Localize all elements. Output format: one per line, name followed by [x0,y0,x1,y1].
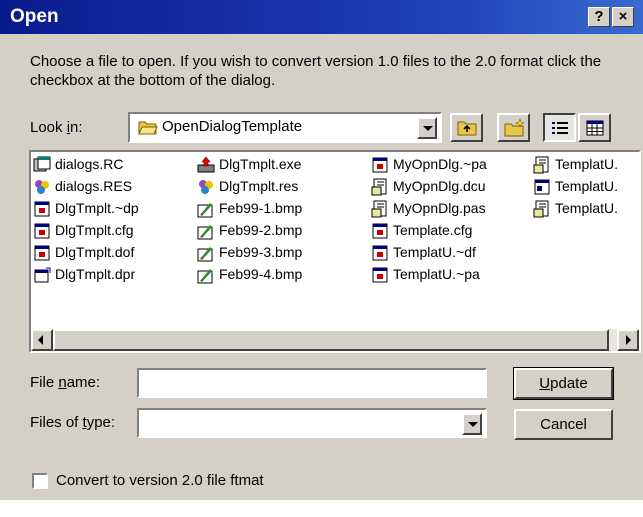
open-dialog: Open ? × Choose a file to open. If you w… [0,0,643,500]
file-item-name: TemplatU. [555,178,619,194]
file-item-name: Feb99-3.bmp [219,244,303,260]
file-item-name: MyOpnDlg.pas [393,200,486,216]
unit-file-icon [533,156,551,174]
arrow-left-icon [38,335,43,345]
generic-file-icon [371,156,389,174]
file-item-name: DlgTmplt.exe [219,156,302,172]
list-view-icon [551,120,569,141]
file-item-name: Feb99-4.bmp [219,266,303,282]
look-in-value: OpenDialogTemplate [162,118,303,135]
generic-file-icon [371,266,389,284]
scroll-left-button[interactable] [31,329,53,351]
file-type-dropdown-button[interactable] [462,413,482,435]
new-folder-icon [504,118,526,142]
unit-file-icon [533,200,551,218]
resource-icon [33,178,51,196]
up-folder-icon [457,119,477,141]
unit-file-icon [371,178,389,196]
file-item-name: DlgTmplt.cfg [55,222,134,238]
generic-file-icon [33,200,51,218]
chevron-down-icon [423,126,433,131]
file-item-name: DlgTmplt.dof [55,244,135,260]
bitmap-icon [197,200,215,218]
file-item-name: dialogs.RC [55,156,124,172]
chevron-down-icon [468,422,478,427]
file-item-name: DlgTmplt.dpr [55,266,136,282]
file-item-name: TemplatU. [555,156,619,172]
help-icon: ? [594,8,604,25]
file-item-name: Feb99-1.bmp [219,200,303,216]
generic-file-icon [33,222,51,240]
file-item-name: TemplatU. [555,200,619,216]
close-icon: × [618,8,628,25]
intro-text: Choose a file to open. If you wish to co… [30,53,602,89]
convert-checkbox-label[interactable]: Convert to version 2.0 file ftmat [56,472,264,489]
file-item-name: dialogs.RES [55,178,133,194]
file-list[interactable]: dialogs.RC dialogs.RES DlgTmplt.~dp DlgTmpl… [29,150,641,353]
exe-icon [197,156,215,174]
project-file-icon [33,266,51,284]
convert-checkbox[interactable] [32,473,48,489]
file-type-label: Files of type: [30,414,116,431]
look-in-label: Look in: [30,119,83,136]
file-name-label: File name: [30,374,101,391]
up-one-level-button[interactable] [450,113,483,142]
file-item-name: DlgTmplt.~dp [55,200,139,216]
close-button[interactable]: × [612,7,634,27]
file-item-name: Feb99-2.bmp [219,222,303,238]
look-in-dropdown-button[interactable] [417,117,437,139]
list-view-button[interactable] [543,113,576,142]
file-item-name: MyOpnDlg.dcu [393,178,486,194]
bitmap-icon [197,222,215,240]
window-title: Open [10,6,59,27]
look-in-combo[interactable]: OpenDialogTemplate [128,112,442,143]
generic-file-icon [371,244,389,262]
horizontal-scrollbar[interactable] [31,329,639,351]
bitmap-icon [197,266,215,284]
details-view-icon [586,120,604,141]
file-type-combo[interactable] [137,408,487,438]
file-item-name: TemplatU.~df [393,244,476,260]
help-button[interactable]: ? [588,7,610,27]
scroll-right-button[interactable] [617,329,639,351]
unit-file-icon [371,200,389,218]
arrow-right-icon [626,335,631,345]
scroll-thumb[interactable] [53,329,609,351]
file-item-name: TemplatU.~pa [393,266,480,282]
create-new-folder-button[interactable] [497,113,530,142]
file-item-name: Template.cfg [393,222,473,238]
generic-file-icon [371,222,389,240]
generic-file-icon [33,244,51,262]
update-button[interactable]: Update [513,367,614,400]
title-bar[interactable]: Open ? × [0,0,643,34]
cancel-button[interactable]: Cancel [514,409,613,440]
details-view-button[interactable] [578,113,611,142]
file-item-name: DlgTmplt.res [219,178,299,194]
file-item-name: MyOpnDlg.~pa [393,156,487,172]
resource-script-icon [33,156,51,174]
file-name-input[interactable] [137,368,487,398]
form-file-icon [533,178,551,196]
bitmap-icon [197,244,215,262]
resource-icon [197,178,215,196]
folder-open-icon [138,119,158,140]
